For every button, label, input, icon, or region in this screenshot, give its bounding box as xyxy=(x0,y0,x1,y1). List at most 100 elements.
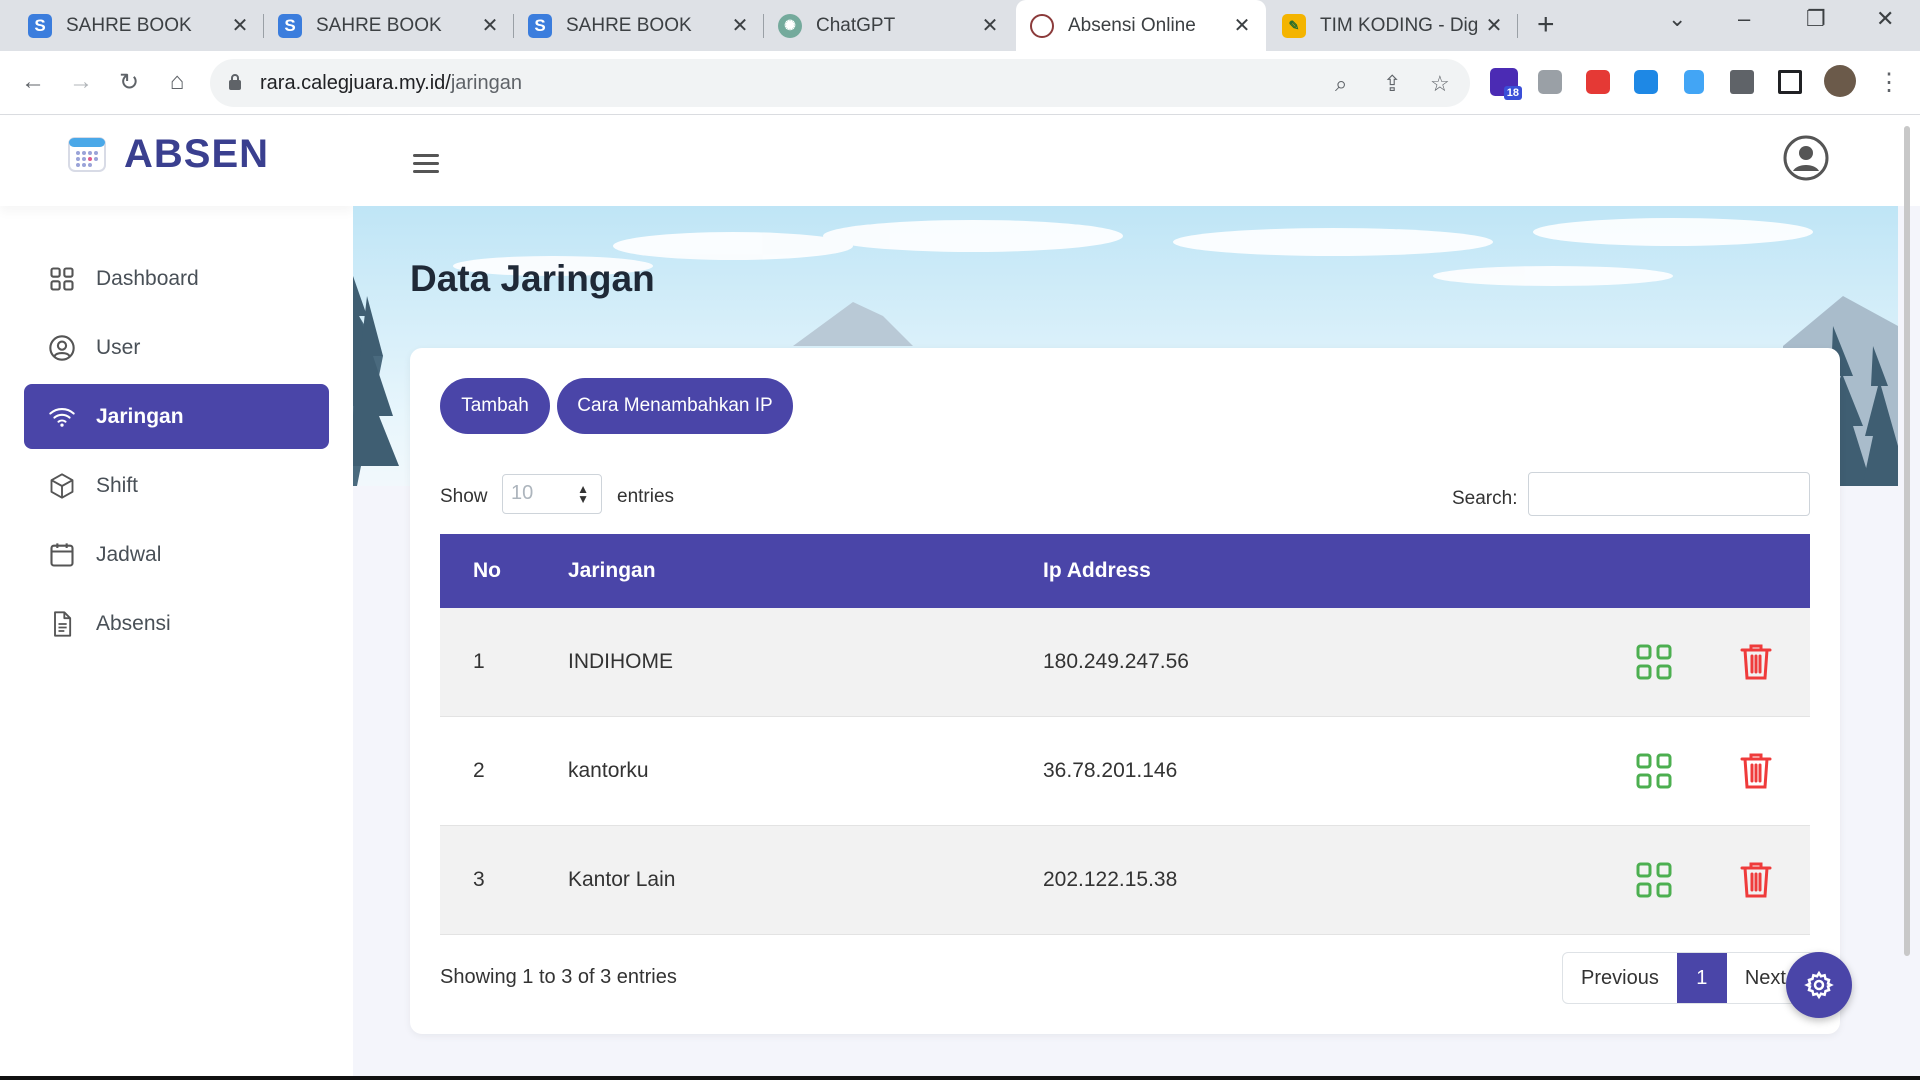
graduation-cap-extension-icon[interactable]: 18 xyxy=(1490,68,1522,100)
edit-grid-icon[interactable] xyxy=(1636,644,1672,680)
table-info: Showing 1 to 3 of 3 entries xyxy=(440,966,677,988)
forward-button[interactable]: → xyxy=(64,65,98,99)
user-circle-icon xyxy=(49,334,75,361)
entries-length-value: 10 xyxy=(511,482,534,504)
phone-extension-icon[interactable] xyxy=(1684,70,1704,94)
extension-badge: 18 xyxy=(1503,86,1522,100)
sidebar-item-jadwal[interactable]: Jadwal xyxy=(24,522,329,587)
column-header-no[interactable]: No xyxy=(473,534,501,608)
address-bar[interactable]: rara.calegjuara.my.id/jaringan ⌕ ⇪ ☆ xyxy=(210,59,1470,107)
close-icon[interactable]: ✕ xyxy=(230,13,250,38)
sidebar-item-shift[interactable]: Shift xyxy=(24,453,329,518)
data-table: No Jaringan Ip Address 1 INDIHOME 180.24… xyxy=(440,534,1810,935)
trash-icon[interactable] xyxy=(1740,861,1772,899)
previous-page-button[interactable]: Previous xyxy=(1563,953,1677,1003)
close-icon[interactable]: ✕ xyxy=(980,13,1000,38)
camera-extension-icon[interactable] xyxy=(1538,70,1562,94)
s-logo-icon: S xyxy=(528,13,552,38)
page-scrollbar[interactable] xyxy=(1904,126,1910,956)
timkoding-icon: ✎ xyxy=(1282,13,1306,38)
brand[interactable]: ABSEN xyxy=(0,116,353,206)
topbar xyxy=(353,116,1920,206)
browser-tab[interactable]: ✎ TIM KODING - Dig ✕ xyxy=(1268,0,1518,51)
search-label: Search: xyxy=(1452,488,1518,509)
ft-extension-icon[interactable] xyxy=(1634,70,1658,94)
close-icon[interactable]: ✕ xyxy=(730,13,750,38)
hamburger-menu-icon[interactable] xyxy=(413,154,439,178)
trash-icon[interactable] xyxy=(1740,643,1772,681)
column-header-jaringan[interactable]: Jaringan xyxy=(568,534,656,608)
sidebar-item-jaringan[interactable]: Jaringan xyxy=(24,384,329,449)
browser-tab[interactable]: S SAHRE BOOK ✕ xyxy=(14,0,264,51)
cell-ip-address: 180.249.247.56 xyxy=(1043,650,1189,673)
sidebar-item-dashboard[interactable]: Dashboard xyxy=(24,246,329,311)
tambah-button[interactable]: Tambah xyxy=(440,378,550,434)
home-button[interactable]: ⌂ xyxy=(160,65,194,99)
search-input[interactable] xyxy=(1528,472,1810,516)
gear-icon xyxy=(1804,970,1834,1000)
minimize-button[interactable]: – xyxy=(1738,6,1750,32)
sidebar-item-user[interactable]: User xyxy=(24,315,329,380)
column-header-ip-address[interactable]: Ip Address xyxy=(1043,534,1151,608)
restore-button[interactable]: ❐ xyxy=(1806,6,1826,32)
close-icon[interactable]: ✕ xyxy=(1484,13,1504,38)
show-label: Show xyxy=(440,486,488,507)
sidebar-item-label: Dashboard xyxy=(96,266,199,290)
site-favicon xyxy=(1030,13,1054,38)
sidebar-item-absensi[interactable]: Absensi xyxy=(24,591,329,656)
browser-tab[interactable]: ✺ ChatGPT ✕ xyxy=(764,0,1014,51)
sidebar-item-label: Shift xyxy=(96,473,139,497)
browser-tab[interactable]: S SAHRE BOOK ✕ xyxy=(264,0,514,51)
taskbar-edge xyxy=(0,1076,1920,1080)
tab-search-chevron-icon[interactable]: ⌄ xyxy=(1668,6,1686,32)
content-card: Tambah Cara Menambahkan IP Show 10 ▲ ▼ en… xyxy=(410,348,1840,1034)
tab-title: TIM KODING - Dig xyxy=(1320,14,1479,36)
url-path: jaringan xyxy=(450,72,522,94)
browser-tab-active[interactable]: Absensi Online ✕ xyxy=(1016,0,1266,51)
settings-fab[interactable] xyxy=(1786,952,1852,1018)
browser-toolbar: ← → ↻ ⌂ rara.calegjuara.my.id/jaringan ⌕… xyxy=(0,51,1920,115)
bookmark-star-icon[interactable]: ☆ xyxy=(1430,71,1450,97)
box-icon xyxy=(50,472,74,499)
profile-avatar[interactable] xyxy=(1824,65,1856,97)
tab-title: SAHRE BOOK xyxy=(66,14,192,36)
tab-title: SAHRE BOOK xyxy=(316,14,442,36)
tab-title: SAHRE BOOK xyxy=(566,14,692,36)
edit-grid-icon[interactable] xyxy=(1636,862,1672,898)
sidebar-item-label: Jadwal xyxy=(96,542,162,566)
edit-grid-icon[interactable] xyxy=(1636,753,1672,789)
cell-jaringan: INDIHOME xyxy=(568,650,673,673)
cell-no: 3 xyxy=(473,868,485,891)
puzzle-extensions-icon[interactable] xyxy=(1730,70,1754,94)
entries-length-select[interactable]: 10 ▲ ▼ xyxy=(502,474,602,514)
cell-jaringan: kantorku xyxy=(568,759,649,782)
stack-extension-icon[interactable] xyxy=(1586,70,1610,94)
table-row: 3 Kantor Lain 202.122.15.38 xyxy=(440,826,1810,935)
wifi-icon xyxy=(49,407,75,427)
new-tab-button[interactable]: + xyxy=(1537,8,1555,42)
sidebar-item-label: Absensi xyxy=(96,611,171,635)
url-text: rara.calegjuara.my.id/jaringan xyxy=(260,72,522,95)
s-logo-icon: S xyxy=(278,13,302,38)
close-icon[interactable]: ✕ xyxy=(480,13,500,38)
entries-label: entries xyxy=(617,486,675,507)
calendar-logo-icon xyxy=(68,137,106,172)
trash-icon[interactable] xyxy=(1740,752,1772,790)
browser-menu-icon[interactable]: ⋮ xyxy=(1872,65,1906,99)
window-close-button[interactable]: ✕ xyxy=(1876,6,1894,32)
table-header-row: No Jaringan Ip Address xyxy=(440,534,1810,608)
close-icon[interactable]: ✕ xyxy=(1232,13,1252,38)
browser-tab[interactable]: S SAHRE BOOK ✕ xyxy=(514,0,764,51)
page-1-button[interactable]: 1 xyxy=(1676,953,1727,1003)
chatgpt-icon: ✺ xyxy=(778,13,802,38)
calendar-icon xyxy=(50,542,74,567)
brand-name: ABSEN xyxy=(124,132,270,176)
user-account-icon[interactable] xyxy=(1782,134,1830,182)
zoom-icon[interactable]: ⌕ xyxy=(1335,71,1347,97)
share-icon[interactable]: ⇪ xyxy=(1383,71,1401,97)
cara-menambahkan-ip-button[interactable]: Cara Menambahkan IP xyxy=(557,378,793,434)
tab-title: ChatGPT xyxy=(816,14,896,36)
reload-button[interactable]: ↻ xyxy=(112,65,146,99)
side-panel-icon[interactable] xyxy=(1778,70,1802,94)
back-button[interactable]: ← xyxy=(16,65,50,99)
